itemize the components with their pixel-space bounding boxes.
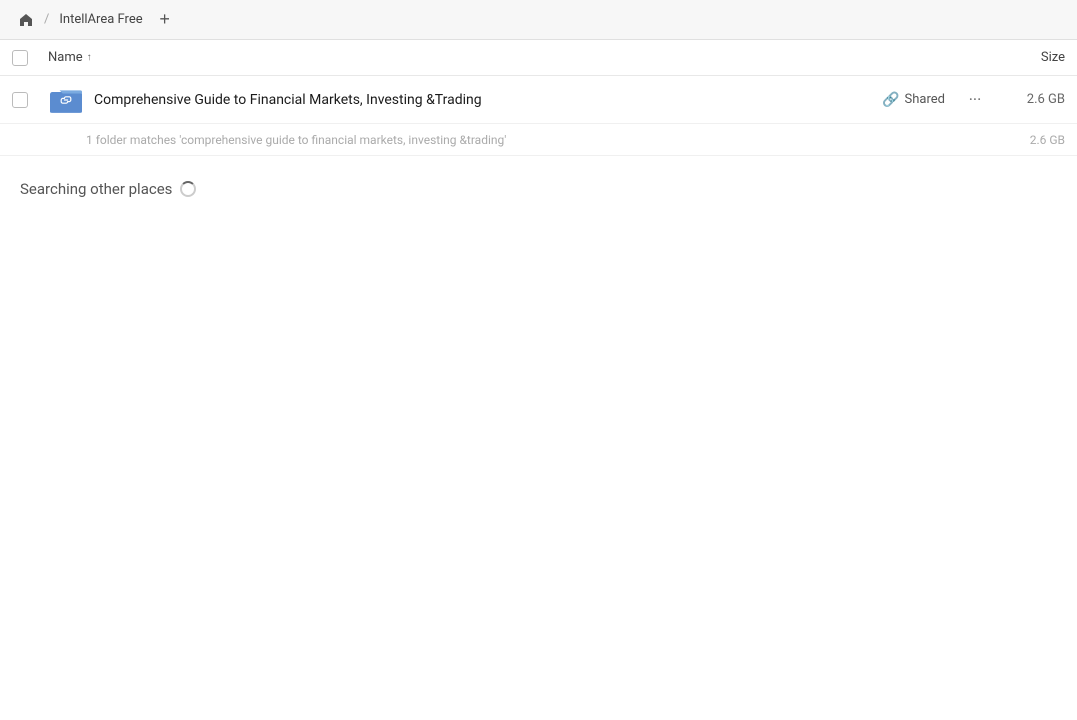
column-header: Name ↑ Size: [0, 40, 1077, 76]
row-checkbox[interactable]: [12, 92, 28, 108]
match-info-size: 2.6 GB: [1005, 133, 1065, 147]
shared-label: Shared: [905, 92, 945, 107]
breadcrumb-separator: /: [44, 12, 49, 27]
more-options-icon: ···: [969, 90, 982, 109]
header-checkbox-col: [12, 50, 48, 66]
file-row[interactable]: Comprehensive Guide to Financial Markets…: [0, 76, 1077, 124]
loading-spinner: [180, 181, 196, 197]
match-info-row: 1 folder matches 'comprehensive guide to…: [0, 124, 1077, 156]
folder-icon: [48, 82, 84, 118]
home-button[interactable]: [12, 6, 40, 34]
searching-section: Searching other places: [0, 156, 1077, 198]
select-all-checkbox[interactable]: [12, 50, 28, 66]
name-column-header[interactable]: Name ↑: [48, 50, 92, 65]
row-checkbox-col: [12, 92, 48, 108]
match-info-text: 1 folder matches 'comprehensive guide to…: [86, 133, 1005, 147]
sort-arrow-icon: ↑: [87, 52, 92, 63]
file-name: Comprehensive Guide to Financial Markets…: [94, 92, 882, 108]
size-column-header: Size: [1041, 50, 1065, 65]
file-size: 2.6 GB: [1005, 92, 1065, 107]
home-icon: [18, 12, 34, 28]
more-options-button[interactable]: ···: [961, 86, 989, 114]
add-tab-button[interactable]: +: [153, 8, 177, 32]
link-icon: 🔗: [882, 92, 899, 108]
folder-icon-svg: [50, 84, 82, 116]
top-bar: / IntellArea Free +: [0, 0, 1077, 40]
searching-label: Searching other places: [20, 180, 172, 198]
breadcrumb-app[interactable]: IntellArea Free: [53, 10, 148, 29]
name-column-label: Name: [48, 50, 83, 65]
shared-badge: 🔗 Shared: [882, 92, 945, 108]
